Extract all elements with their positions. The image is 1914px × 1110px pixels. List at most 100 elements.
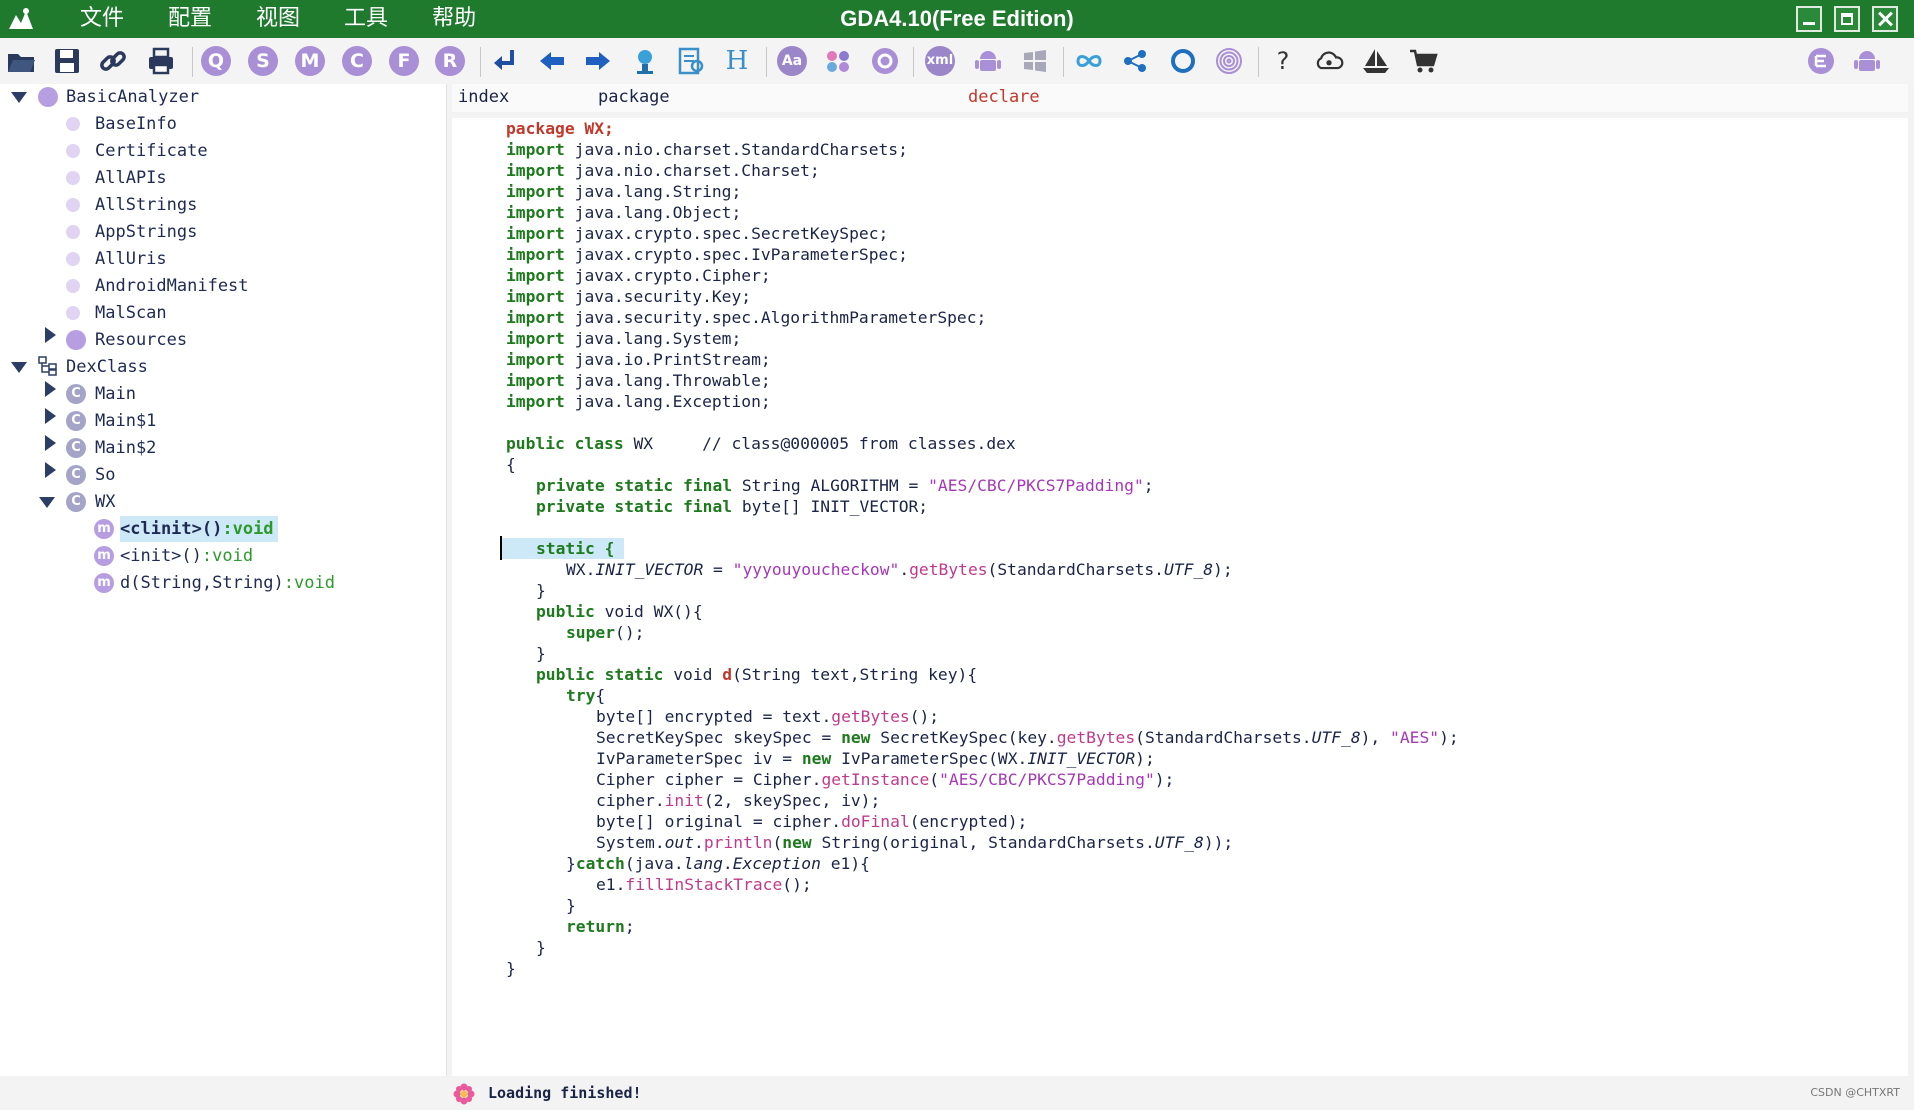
printer-icon[interactable] <box>146 46 176 76</box>
code-line: { <box>506 455 516 474</box>
basic-analyzer-icon <box>38 87 58 107</box>
method-return-type: :void <box>201 546 254 566</box>
windows-icon[interactable] <box>1020 46 1050 76</box>
code-import-line: import java.lang.Throwable; <box>506 371 771 390</box>
code-import-line: import java.lang.String; <box>506 182 742 201</box>
code-line: super(); <box>566 623 645 642</box>
expand-triangle-icon[interactable] <box>11 92 27 103</box>
code-import-line: import java.lang.Object; <box>506 203 742 222</box>
expand-triangle-icon[interactable] <box>39 497 55 508</box>
locate-icon[interactable] <box>630 46 660 76</box>
search-class-button[interactable]: C <box>342 46 372 76</box>
code-line: byte[] original = cipher.doFinal(encrypt… <box>596 812 1028 831</box>
graph-icon[interactable] <box>1121 46 1151 76</box>
text-caret <box>500 536 502 560</box>
code-view[interactable]: package WX; import java.nio.charset.Stan… <box>452 118 1908 1076</box>
code-import-line: import java.nio.charset.StandardCharsets… <box>506 140 908 159</box>
tree-item-baseinfo[interactable]: BaseInfo <box>95 111 177 137</box>
menu-view[interactable]: 视图 <box>234 0 322 38</box>
code-line: private static final String ALGORITHM = … <box>536 476 1154 495</box>
expand-triangle-icon[interactable] <box>11 362 27 373</box>
menu-tools[interactable]: 工具 <box>322 0 410 38</box>
search-string-button[interactable]: S <box>248 46 278 76</box>
code-line: public class WX // class@000005 from cla… <box>506 434 1016 453</box>
search-field-button[interactable]: F <box>389 46 419 76</box>
menu-help[interactable]: 帮助 <box>410 0 498 38</box>
column-declare[interactable]: declare <box>962 84 1908 112</box>
method-return-type: :void <box>222 519 274 539</box>
open-folder-icon[interactable] <box>6 46 36 76</box>
tree-class-main[interactable]: Main <box>95 381 136 407</box>
tree-item-allapis[interactable]: AllAPIs <box>95 165 167 191</box>
bullet-icon <box>66 198 80 212</box>
tree-method-d[interactable]: d(String,String):void <box>120 570 335 596</box>
document-search-icon[interactable] <box>676 46 706 76</box>
tree-item-appstrings[interactable]: AppStrings <box>95 219 197 245</box>
expand-triangle-icon[interactable] <box>45 381 56 397</box>
bullet-icon <box>66 279 80 293</box>
menu-file[interactable]: 文件 <box>58 0 146 38</box>
expand-triangle-icon[interactable] <box>45 327 56 343</box>
tree-method-init[interactable]: <init>():void <box>120 543 253 569</box>
toolbar: Q S M C F R H Aa xml ? <box>0 38 1914 84</box>
search-q-button[interactable]: Q <box>201 46 231 76</box>
expand-triangle-icon[interactable] <box>45 408 56 424</box>
cloud-icon[interactable] <box>1314 46 1344 76</box>
xml-button[interactable]: xml <box>925 46 955 76</box>
aa-button[interactable]: Aa <box>777 46 807 76</box>
link-icon[interactable] <box>98 46 128 76</box>
bullet-icon <box>66 144 80 158</box>
expand-triangle-icon[interactable] <box>45 462 56 478</box>
forward-arrow-icon[interactable] <box>583 46 613 76</box>
search-method-button[interactable]: M <box>295 46 325 76</box>
code-line: cipher.init(2, skeySpec, iv); <box>596 791 881 810</box>
class-icon: C <box>66 492 86 512</box>
ring-icon[interactable] <box>1168 46 1198 76</box>
column-index[interactable]: index <box>452 84 592 112</box>
status-bar: Loading finished! CSDN @CHTXRT <box>452 1076 1914 1110</box>
minimize-button[interactable] <box>1796 6 1822 32</box>
tree-method-clinit[interactable]: <clinit>():void <box>120 516 278 542</box>
code-line: byte[] encrypted = text.getBytes(); <box>596 707 940 726</box>
code-import-line: import javax.crypto.spec.IvParameterSpec… <box>506 245 908 264</box>
tree-item-androidmanifest[interactable]: AndroidManifest <box>95 273 249 299</box>
infinity-icon[interactable] <box>1074 46 1104 76</box>
tree-item-alluris[interactable]: AllUris <box>95 246 167 272</box>
boat-icon[interactable] <box>1361 46 1391 76</box>
maximize-button[interactable] <box>1834 6 1860 32</box>
column-package[interactable]: package <box>592 84 962 112</box>
android-small-icon[interactable] <box>1852 46 1882 76</box>
search-resource-button[interactable]: R <box>435 46 465 76</box>
tree-dexclass[interactable]: DexClass <box>66 354 148 380</box>
tree-class-so[interactable]: So <box>95 462 115 488</box>
tree-class-wx[interactable]: WX <box>95 489 115 515</box>
close-button[interactable] <box>1872 6 1898 32</box>
code-line: public void WX(){ <box>536 602 703 621</box>
code-line: static { <box>536 539 615 558</box>
watermark: CSDN @CHTXRT <box>1810 1086 1900 1099</box>
code-line: SecretKeySpec skeySpec = new SecretKeySp… <box>596 728 1459 747</box>
tree-item-malscan[interactable]: MalScan <box>95 300 167 326</box>
class-icon: C <box>66 384 86 404</box>
resources-icon <box>66 330 86 350</box>
e-circle-icon[interactable] <box>1806 46 1836 76</box>
cart-icon[interactable] <box>1408 46 1438 76</box>
hex-button[interactable]: H <box>722 46 752 76</box>
save-icon[interactable] <box>52 46 82 76</box>
fingerprint-icon[interactable] <box>1214 46 1244 76</box>
tree-basic-analyzer[interactable]: BasicAnalyzer <box>66 84 199 110</box>
menu-config[interactable]: 配置 <box>146 0 234 38</box>
back-arrow-icon[interactable] <box>537 46 567 76</box>
expand-triangle-icon[interactable] <box>45 435 56 451</box>
method-icon: m <box>94 573 114 593</box>
tree-item-certificate[interactable]: Certificate <box>95 138 208 164</box>
help-button[interactable]: ? <box>1268 46 1298 76</box>
android-icon[interactable] <box>973 46 1003 76</box>
tree-class-main2[interactable]: Main$2 <box>95 435 156 461</box>
return-arrow-icon[interactable] <box>490 46 520 76</box>
tree-resources[interactable]: Resources <box>95 327 187 353</box>
tree-item-allstrings[interactable]: AllStrings <box>95 192 197 218</box>
molecule-icon[interactable] <box>823 46 853 76</box>
tree-class-main1[interactable]: Main$1 <box>95 408 156 434</box>
settings-gear-icon[interactable] <box>870 46 900 76</box>
